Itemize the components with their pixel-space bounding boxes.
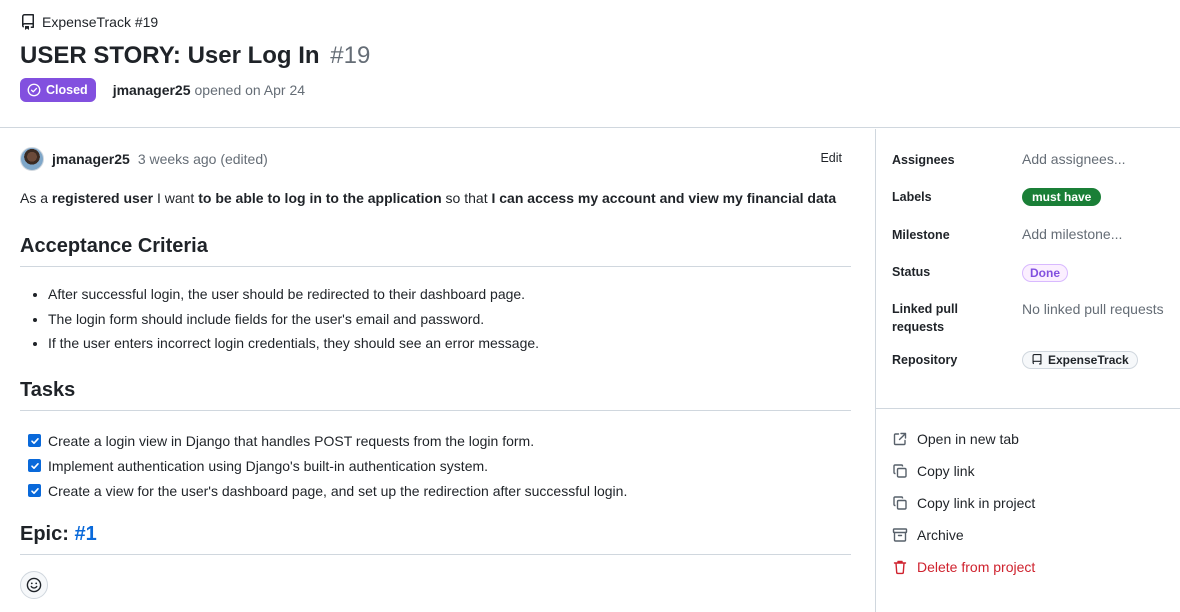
copy-link-in-project-button[interactable]: Copy link in project — [892, 487, 1035, 519]
task-item: Create a view for the user's dashboard p… — [28, 478, 627, 503]
task-checkbox[interactable] — [28, 434, 41, 447]
repo-breadcrumb[interactable]: ExpenseTrack #19 — [20, 14, 158, 30]
repo-crumb-text: ExpenseTrack #19 — [42, 14, 159, 30]
task-checkbox[interactable] — [28, 459, 41, 472]
story-bold: I can access my account and view my fina… — [491, 190, 837, 206]
status-value[interactable]: Done — [1022, 264, 1068, 282]
comment-timestamp[interactable]: 3 weeks ago (edited) — [138, 151, 268, 167]
add-assignees-button[interactable]: Add assignees... — [1022, 151, 1126, 167]
archive-label: Archive — [917, 527, 964, 543]
task-label: Create a login view in Django that handl… — [48, 432, 535, 449]
repository-chip[interactable]: ExpenseTrack — [1022, 351, 1138, 369]
opener-author[interactable]: jmanager25 — [113, 82, 191, 98]
story-part: As a — [20, 190, 52, 206]
add-reaction-button[interactable] — [20, 571, 48, 599]
open-in-new-tab-button[interactable]: Open in new tab — [892, 423, 1035, 455]
closed-state-badge: Closed — [20, 78, 96, 102]
labels-value[interactable]: must have — [1022, 188, 1102, 206]
edit-button[interactable]: Edit — [820, 151, 842, 165]
closed-state-label: Closed — [46, 83, 88, 97]
epic-label: Epic: — [20, 523, 75, 545]
story-part: so that — [441, 190, 492, 206]
repository-name: ExpenseTrack — [1048, 353, 1129, 367]
copy-icon — [893, 464, 907, 478]
issue-state-row: Closed jmanager25 opened on Apr 24 — [20, 78, 305, 102]
add-milestone-button[interactable]: Add milestone... — [1022, 226, 1122, 242]
issue-title-text: USER STORY: User Log In — [20, 42, 320, 69]
story-bold: registered user — [51, 190, 154, 206]
open-in-new-tab-label: Open in new tab — [917, 431, 1019, 447]
linked-prs-label: Linked pull requests — [892, 300, 958, 336]
check-icon — [30, 437, 39, 444]
status-label: Status — [892, 265, 931, 279]
task-label: Create a view for the user's dashboard p… — [48, 482, 628, 499]
task-checkbox[interactable] — [28, 484, 41, 497]
archive-button[interactable]: Archive — [892, 519, 1035, 551]
user-story-text: As a registered user I want to be able t… — [20, 190, 836, 206]
list-item: After successful login, the user should … — [48, 285, 539, 310]
repo-icon — [22, 14, 34, 30]
copy-link-button[interactable]: Copy link — [892, 455, 1035, 487]
check-icon — [30, 462, 39, 469]
task-item: Implement authentication using Django's … — [28, 453, 627, 478]
delete-from-project-label: Delete from project — [917, 559, 1036, 575]
smiley-icon — [26, 577, 42, 593]
linked-prs-label-line1: Linked pull — [892, 302, 958, 316]
repository-value[interactable]: ExpenseTrack — [1022, 351, 1138, 369]
trash-icon — [893, 560, 907, 575]
tasks-heading: Tasks — [20, 379, 851, 411]
comment-author[interactable]: jmanager25 — [52, 151, 130, 167]
sidebar-divider — [876, 408, 1180, 409]
delete-from-project-button[interactable]: Delete from project — [892, 551, 1035, 583]
assignees-label: Assignees — [892, 153, 955, 167]
epic-link[interactable]: #1 — [74, 523, 96, 545]
copy-link-label: Copy link — [917, 463, 975, 479]
issue-sidebar: Assignees Add assignees... Labels must h… — [875, 129, 1180, 612]
archive-icon — [892, 528, 908, 542]
task-label: Implement authentication using Django's … — [48, 457, 489, 474]
repository-label: Repository — [892, 353, 958, 367]
status-badge[interactable]: Done — [1022, 264, 1068, 282]
linked-prs-label-line2: requests — [892, 320, 945, 334]
check-icon — [30, 487, 39, 494]
task-list: Create a login view in Django that handl… — [28, 428, 627, 503]
list-item: The login form should include fields for… — [48, 310, 539, 335]
repo-icon — [1032, 354, 1042, 365]
comment-header: jmanager25 3 weeks ago (edited) Edit — [20, 147, 850, 171]
story-part: I want — [153, 190, 199, 206]
issue-body: jmanager25 3 weeks ago (edited) Edit As … — [0, 129, 875, 612]
issue-number: #19 — [330, 42, 371, 69]
epic-heading: Epic: #1 — [20, 523, 851, 555]
task-item: Create a login view in Django that handl… — [28, 428, 627, 453]
label-must-have[interactable]: must have — [1022, 188, 1102, 206]
check-circle-icon — [27, 83, 41, 97]
copy-link-in-project-label: Copy link in project — [917, 495, 1036, 511]
external-link-icon — [893, 432, 907, 446]
avatar[interactable] — [20, 147, 44, 171]
sidebar-actions: Open in new tab Copy link Copy link in p… — [892, 423, 1035, 583]
story-bold: to be able to log in to the application — [198, 190, 442, 206]
opened-text: opened on Apr 24 — [194, 82, 306, 98]
acceptance-criteria-heading: Acceptance Criteria — [20, 235, 851, 267]
issue-title: USER STORY: User Log In #19 — [20, 42, 370, 70]
linked-prs-value: No linked pull requests — [1022, 301, 1164, 317]
acceptance-criteria-list: After successful login, the user should … — [48, 285, 539, 359]
list-item: If the user enters incorrect login crede… — [48, 334, 539, 359]
labels-label: Labels — [892, 190, 932, 204]
copy-icon — [893, 496, 907, 510]
opened-info: jmanager25 opened on Apr 24 — [113, 82, 305, 98]
issue-header: ExpenseTrack #19 USER STORY: User Log In… — [0, 0, 1180, 128]
milestone-label: Milestone — [892, 228, 950, 242]
